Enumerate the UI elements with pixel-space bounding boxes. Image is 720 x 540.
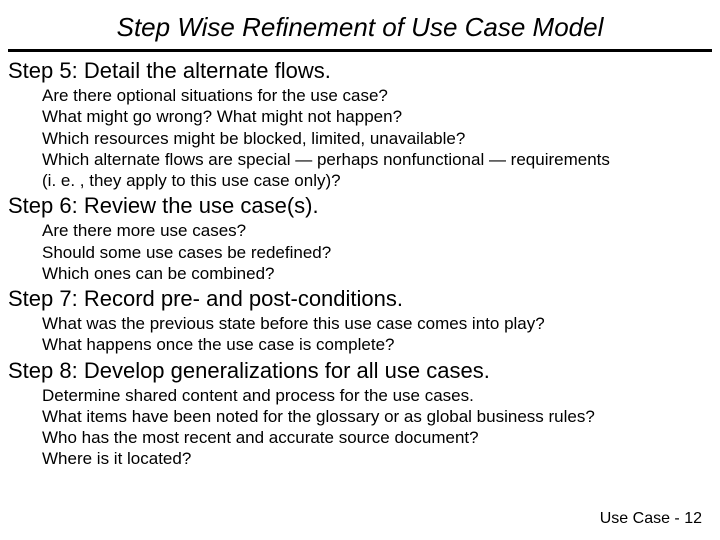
- step-7-line: What happens once the use case is comple…: [42, 334, 712, 355]
- step-6-line: Which ones can be combined?: [42, 263, 712, 284]
- step-6: Step 6: Review the use case(s). Are ther…: [8, 193, 712, 284]
- step-7: Step 7: Record pre- and post-conditions.…: [8, 286, 712, 356]
- slide-footer: Use Case - 12: [600, 510, 702, 528]
- step-6-body: Are there more use cases? Should some us…: [8, 220, 712, 284]
- step-7-line: What was the previous state before this …: [42, 313, 712, 334]
- step-5-body: Are there optional situations for the us…: [8, 85, 712, 191]
- step-8-line: Who has the most recent and accurate sou…: [42, 427, 712, 448]
- slide-title: Step Wise Refinement of Use Case Model: [8, 12, 712, 49]
- step-8-line: Where is it located?: [42, 448, 712, 469]
- step-7-body: What was the previous state before this …: [8, 313, 712, 356]
- step-8-heading: Step 8: Develop generalizations for all …: [8, 358, 712, 384]
- step-5-line: Which resources might be blocked, limite…: [42, 128, 712, 149]
- step-6-line: Are there more use cases?: [42, 220, 712, 241]
- title-underline: [8, 49, 712, 52]
- step-6-line: Should some use cases be redefined?: [42, 242, 712, 263]
- step-5-line: Which alternate flows are special — perh…: [42, 149, 712, 170]
- step-5-line: What might go wrong? What might not happ…: [42, 106, 712, 127]
- step-7-heading: Step 7: Record pre- and post-conditions.: [8, 286, 712, 312]
- step-5: Step 5: Detail the alternate flows. Are …: [8, 58, 712, 191]
- step-8: Step 8: Develop generalizations for all …: [8, 358, 712, 470]
- step-8-line: Determine shared content and process for…: [42, 385, 712, 406]
- step-5-line: (i. e. , they apply to this use case onl…: [42, 170, 712, 191]
- step-8-body: Determine shared content and process for…: [8, 385, 712, 470]
- step-8-line: What items have been noted for the gloss…: [42, 406, 712, 427]
- step-5-heading: Step 5: Detail the alternate flows.: [8, 58, 712, 84]
- step-6-heading: Step 6: Review the use case(s).: [8, 193, 712, 219]
- step-5-line: Are there optional situations for the us…: [42, 85, 712, 106]
